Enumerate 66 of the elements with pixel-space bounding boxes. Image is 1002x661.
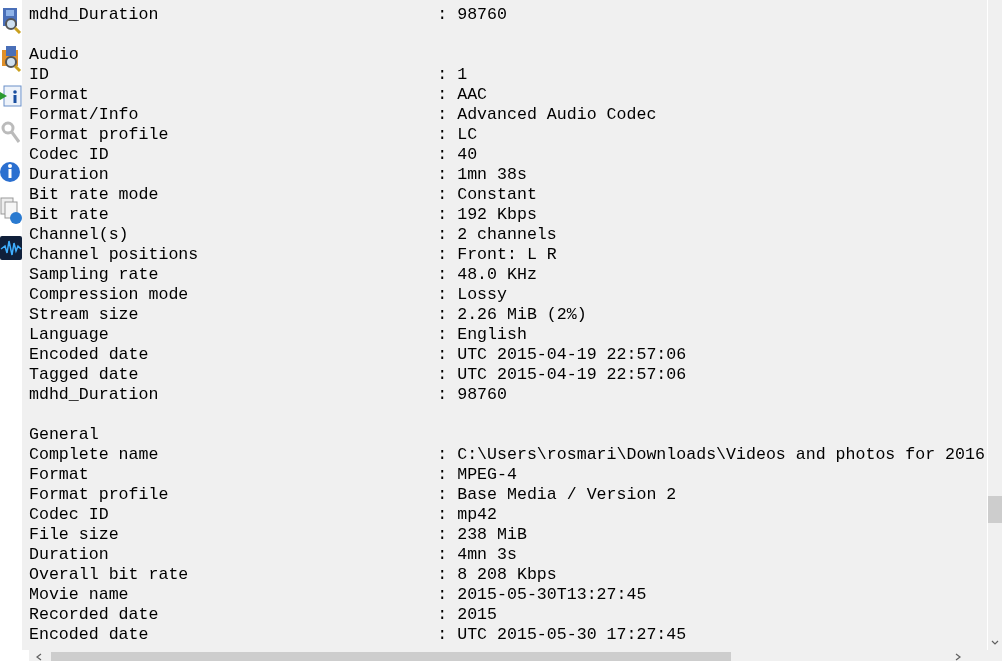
field-value: : mp42 <box>437 505 497 525</box>
field-value: : 2 channels <box>437 225 557 245</box>
field-label: Channel positions <box>29 245 200 265</box>
field-label: Compression mode <box>29 285 190 305</box>
scrollbar-thumb[interactable] <box>988 496 1002 523</box>
field-label: Format/Info <box>29 105 140 125</box>
waveform-icon[interactable] <box>0 234 22 262</box>
field-label: Bit rate mode <box>29 185 160 205</box>
field-label: Codec ID <box>29 505 110 525</box>
field-label: Sampling rate <box>29 265 160 285</box>
horizontal-scrollbar[interactable] <box>29 650 1002 661</box>
folder-search-icon[interactable] <box>0 44 22 74</box>
field-value: : 2.26 MiB (2%) <box>437 305 587 325</box>
field-label: Codec ID <box>29 145 110 165</box>
field-value: : 4mn 3s <box>437 545 517 565</box>
field-value: : Advanced Audio Codec <box>437 105 657 125</box>
field-value: : 2015 <box>437 605 497 625</box>
field-value: : MPEG-4 <box>437 465 517 485</box>
section-heading: General <box>29 425 99 444</box>
field-label: Stream size <box>29 305 140 325</box>
field-label: Bit rate <box>29 205 110 225</box>
field-label: Format profile <box>29 485 170 505</box>
field-label: Format <box>29 465 90 485</box>
field-value: : 48.0 KHz <box>437 265 537 285</box>
field-value: : 8 208 Kbps <box>437 565 557 585</box>
field-value: : 2015-05-30T13:27:45 <box>437 585 647 605</box>
field-label: Encoded date <box>29 625 150 645</box>
field-value: : 98760 <box>437 5 507 25</box>
field-value: : UTC 2015-04-19 22:57:06 <box>437 365 687 385</box>
field-value: : 98760 <box>437 385 507 405</box>
field-label: mdhd_Duration <box>29 5 160 25</box>
field-value: : English <box>437 325 527 345</box>
scrollbar-thumb[interactable] <box>51 652 731 661</box>
field-label: File size <box>29 525 120 545</box>
field-value: : UTC 2015-04-19 22:57:06 <box>437 345 687 365</box>
field-value: : 238 MiB <box>437 525 527 545</box>
vertical-scrollbar[interactable] <box>987 0 1002 650</box>
field-label: Complete name <box>29 445 160 465</box>
field-label: Encoded date <box>29 345 150 365</box>
video-search-icon[interactable] <box>0 6 22 36</box>
field-value: : Lossy <box>437 285 507 305</box>
field-value: : Base Media / Version 2 <box>437 485 677 505</box>
field-value: : C:\Users\rosmari\Downloads\Videos and photos for 2016 <box>437 445 985 465</box>
field-value: : AAC <box>437 85 488 105</box>
field-value: : LC <box>437 125 478 145</box>
field-value: : Front: L R <box>437 245 557 265</box>
field-label: Language <box>29 325 110 345</box>
field-value: : UTC 2015-05-30 17:27:45 <box>437 625 687 645</box>
field-label: Duration <box>29 165 110 185</box>
field-label: ID <box>29 65 50 85</box>
field-label: Format profile <box>29 125 170 145</box>
field-value: : 1mn 38s <box>437 165 527 185</box>
field-value: : Constant <box>437 185 537 205</box>
field-label: Overall bit rate <box>29 565 190 585</box>
field-label: Recorded date <box>29 605 160 625</box>
field-label: Duration <box>29 545 110 565</box>
field-label: Channel(s) <box>29 225 130 245</box>
field-value: : 1 <box>437 65 468 85</box>
field-value: : 40 <box>437 145 478 165</box>
field-label: mdhd_Duration <box>29 385 160 405</box>
documents-globe-icon[interactable] <box>0 196 22 226</box>
section-heading: Audio <box>29 45 79 64</box>
field-label: Tagged date <box>29 365 140 385</box>
field-value: : 192 Kbps <box>437 205 537 225</box>
field-label: Format <box>29 85 90 105</box>
field-label: Movie name <box>29 585 130 605</box>
